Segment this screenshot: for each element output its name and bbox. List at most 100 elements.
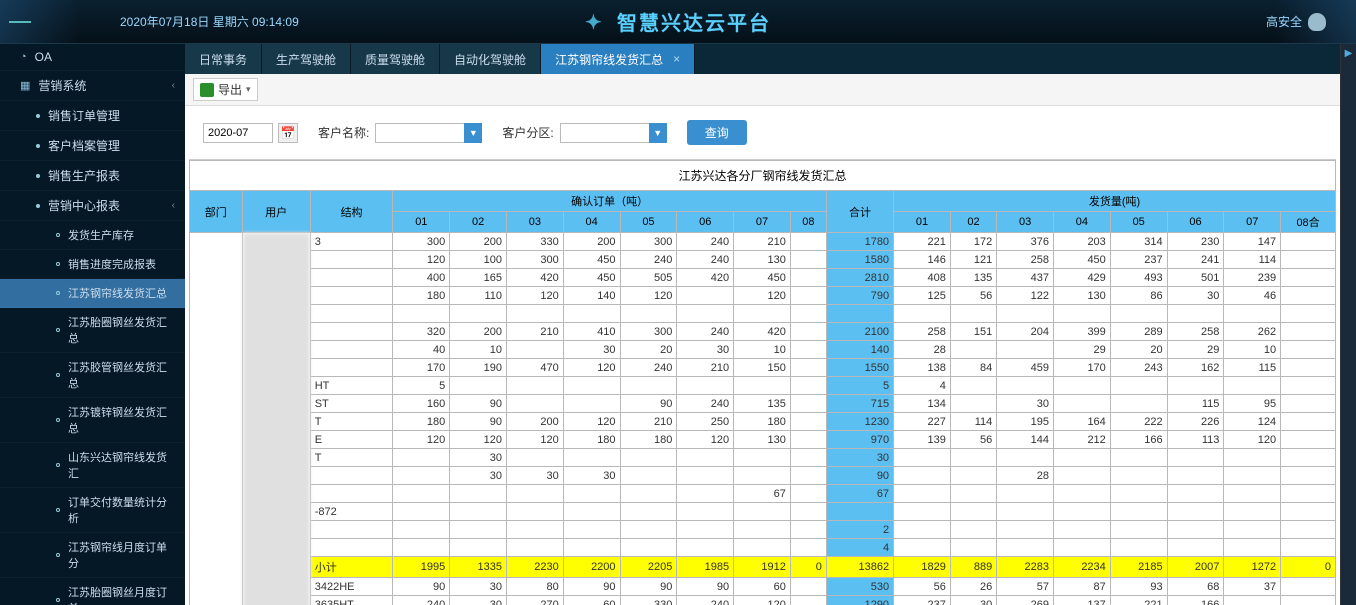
order-cell [790, 377, 826, 395]
order-cell [620, 539, 677, 557]
order-cell: 160 [393, 395, 450, 413]
sidebar-item[interactable]: 江苏胎圈钢丝发货汇总 [0, 308, 185, 353]
ship-cell: 212 [1054, 431, 1111, 449]
order-cell [790, 413, 826, 431]
sidebar-item[interactable]: 销售生产报表 [0, 161, 185, 191]
table-row: 6767 [190, 485, 1336, 503]
col-user: 用户 [242, 191, 310, 233]
close-icon[interactable]: × [673, 52, 680, 66]
sidebar-item-label: 江苏胶管钢丝发货汇总 [68, 359, 175, 391]
datetime-display: 2020年07月18日 星期六 09:14:09 [120, 13, 299, 30]
sidebar-item[interactable]: ◔OA [0, 44, 185, 71]
ship-cell: 95 [1224, 395, 1281, 413]
sidebar-item[interactable]: 山东兴达钢帘线发货汇 [0, 443, 185, 488]
order-cell: 180 [563, 431, 620, 449]
bullet-icon [36, 114, 40, 118]
order-cell: 120 [506, 287, 563, 305]
col-03: 03 [506, 212, 563, 233]
order-cell: 320 [393, 323, 450, 341]
tab[interactable]: 江苏钢帘线发货汇总× [541, 44, 695, 74]
ship-cell: 221 [1110, 596, 1167, 605]
ship-cell [1054, 521, 1111, 539]
ship-cell: 243 [1110, 359, 1167, 377]
ship-cell [894, 503, 951, 521]
order-cell [620, 467, 677, 485]
query-button[interactable]: 查询 [687, 120, 747, 145]
sidebar-item[interactable]: 江苏胶管钢丝发货汇总 [0, 353, 185, 398]
ship-cell: 459 [997, 359, 1054, 377]
order-cell: 450 [563, 251, 620, 269]
ship-cell [1224, 503, 1281, 521]
table-row: 3202002104103002404202100258151204399289… [190, 323, 1336, 341]
order-cell: 80 [506, 578, 563, 596]
menu-trigger[interactable] [0, 0, 40, 43]
ship-cell [950, 521, 996, 539]
username-label: 高安全 [1266, 13, 1302, 30]
sidebar-item[interactable]: 江苏胎圈钢丝月度订单 [0, 578, 185, 605]
table-row: HT554 [190, 377, 1336, 395]
ship-cell: 269 [997, 596, 1054, 605]
sum-cell [826, 305, 893, 323]
bullet-icon [56, 262, 60, 266]
sidebar-item[interactable]: 客户档案管理 [0, 131, 185, 161]
sidebar-item[interactable]: 发货生产库存 [0, 221, 185, 250]
customer-name-dropdown[interactable]: ▼ [464, 123, 482, 143]
struct-cell: T [310, 449, 393, 467]
ship-cell [950, 503, 996, 521]
order-cell: 140 [563, 287, 620, 305]
sidebar-item[interactable]: 江苏镀锌钢丝发货汇总 [0, 398, 185, 443]
tab-scroll-right[interactable] [1340, 44, 1356, 605]
ship-cell [1224, 467, 1281, 485]
tab[interactable]: 自动化驾驶舱 [440, 44, 541, 74]
chevron-icon: ‹ [172, 200, 175, 211]
ship-cell: 30 [1167, 287, 1224, 305]
sidebar-item[interactable]: 销售订单管理 [0, 101, 185, 131]
calendar-button[interactable]: 📅 [278, 123, 298, 143]
sidebar-item[interactable]: 销售进度完成报表 [0, 250, 185, 279]
ship-cell [1281, 233, 1336, 251]
order-cell [790, 449, 826, 467]
ship-cell: 222 [1110, 413, 1167, 431]
ship-cell [950, 449, 996, 467]
order-cell [393, 305, 450, 323]
user-area[interactable]: 高安全 [1266, 13, 1326, 31]
order-cell: 200 [563, 233, 620, 251]
ship-cell [1281, 413, 1336, 431]
ship-cell [997, 377, 1054, 395]
sidebar-item[interactable]: 江苏钢帘线月度订单分 [0, 533, 185, 578]
order-cell [790, 596, 826, 605]
tab[interactable]: 日常事务 [185, 44, 262, 74]
order-cell: 330 [620, 596, 677, 605]
order-cell [620, 521, 677, 539]
order-cell: 200 [450, 323, 507, 341]
export-button[interactable]: 导出 ▾ [193, 78, 258, 101]
struct-cell: E [310, 431, 393, 449]
ship-cell [1281, 377, 1336, 395]
struct-cell: 小计 [310, 557, 393, 578]
tab[interactable]: 质量驾驶舱 [351, 44, 440, 74]
ship-cell [950, 395, 996, 413]
ship-cell [950, 485, 996, 503]
sidebar-item[interactable]: 订单交付数量统计分析 [0, 488, 185, 533]
sidebar-item-label: 发货生产库存 [68, 227, 134, 243]
order-cell [620, 485, 677, 503]
sidebar-item[interactable]: ▦营销系统‹ [0, 71, 185, 101]
tab[interactable]: 生产驾驶舱 [262, 44, 351, 74]
order-cell: 30 [563, 467, 620, 485]
ship-cell [1167, 521, 1224, 539]
sidebar-item-label: 江苏镀锌钢丝发货汇总 [68, 404, 175, 436]
sidebar-item[interactable]: 江苏钢帘线发货汇总 [0, 279, 185, 308]
customer-zone-input[interactable] [560, 123, 650, 143]
sidebar-item[interactable]: 营销中心报表‹ [0, 191, 185, 221]
customer-name-input[interactable] [375, 123, 465, 143]
sum-cell: 1230 [826, 413, 893, 431]
customer-zone-dropdown[interactable]: ▼ [649, 123, 667, 143]
ship-cell [950, 467, 996, 485]
order-cell: 130 [734, 431, 791, 449]
order-cell: 200 [450, 233, 507, 251]
ship-cell [894, 449, 951, 467]
table-row: T180902001202102501801230227114195164222… [190, 413, 1336, 431]
ship-cell [997, 449, 1054, 467]
date-input[interactable] [203, 123, 273, 143]
table-row: 4 [190, 539, 1336, 557]
